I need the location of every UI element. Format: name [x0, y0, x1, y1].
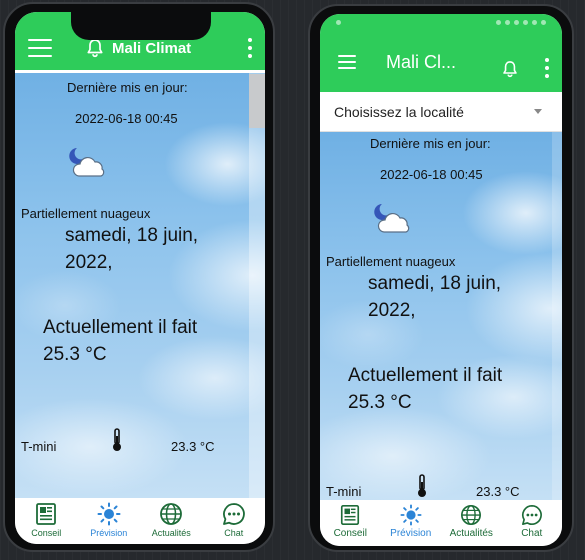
weather-content: Dernière mis en jour: 2022-06-18 00:45 P…	[15, 70, 265, 498]
app-screen-right: Mali Cl... Choisissez la localité Derniè…	[320, 14, 562, 546]
divider	[15, 70, 265, 73]
app-screen-left: Mali Climat Dernière mis en jour: 2022-0…	[15, 12, 265, 544]
nav-actualites[interactable]: Actualités	[142, 502, 200, 538]
current-temp-text: Actuellement il fait 25.3 °C	[348, 362, 548, 416]
phone-frame-right: Mali Cl... Choisissez la localité Derniè…	[308, 4, 574, 552]
partly-cloudy-night-icon	[372, 202, 412, 243]
phone-notch	[71, 12, 211, 40]
nav-conseil[interactable]: Conseil	[17, 502, 75, 538]
tmin-value: 23.3 °C	[171, 439, 215, 454]
current-temp-line-2: 25.3 °C	[43, 344, 107, 365]
nav-conseil-label: Conseil	[31, 528, 62, 538]
globe-icon	[461, 505, 482, 525]
thermometer-icon	[111, 428, 123, 457]
partly-cloudy-night-icon	[67, 146, 107, 187]
scrollbar-thumb[interactable]	[249, 74, 265, 128]
nav-actualites[interactable]: Actualités	[442, 504, 500, 539]
date-line-1: samedi, 18 juin,	[368, 273, 502, 294]
thermometer-icon	[416, 474, 428, 503]
date-line-2: 2022,	[65, 252, 113, 273]
current-temp-line-1: Actuellement il fait	[43, 317, 198, 338]
last-update-value: 2022-06-18 00:45	[380, 167, 483, 182]
nav-prevision[interactable]: Prévision	[80, 502, 138, 538]
nav-prevision-label: Prévision	[390, 528, 432, 539]
current-temp-line-2: 25.3 °C	[348, 392, 412, 413]
tmin-label: T-mini	[21, 439, 57, 454]
current-temp-text: Actuellement il fait 25.3 °C	[43, 314, 243, 368]
bottom-navigation: Conseil Prévision Actualités Chat	[15, 498, 265, 544]
weather-condition: Partiellement nuageux	[326, 254, 456, 269]
last-update-label: Dernière mis en jour:	[370, 136, 491, 151]
phone-frame-left: Mali Climat Dernière mis en jour: 2022-0…	[3, 2, 275, 552]
nav-chat[interactable]: Chat	[503, 504, 561, 539]
bottom-navigation: Conseil Prévision Actualités Chat	[320, 500, 562, 546]
app-title: Mali Climat	[112, 39, 192, 57]
date-line-2: 2022,	[368, 300, 416, 321]
nav-prevision-label: Prévision	[90, 528, 128, 538]
date-text: samedi, 18 juin, 2022,	[65, 222, 255, 276]
last-update-label: Dernière mis en jour:	[67, 80, 188, 95]
location-select[interactable]: Choisissez la localité	[320, 92, 562, 132]
more-options-icon[interactable]	[247, 38, 253, 58]
date-text: samedi, 18 juin, 2022,	[368, 270, 558, 324]
weather-condition: Partiellement nuageux	[21, 206, 151, 221]
scrollbar[interactable]	[249, 70, 265, 498]
bell-icon[interactable]	[86, 38, 104, 58]
tmin-value: 23.3 °C	[476, 484, 520, 499]
nav-chat-label: Chat	[521, 528, 543, 539]
weather-content: Dernière mis en jour: 2022-06-18 00:45 P…	[320, 132, 562, 500]
nav-conseil[interactable]: Conseil	[321, 504, 379, 539]
globe-icon	[160, 503, 183, 525]
app-title: Mali Cl...	[386, 51, 457, 72]
nav-chat-label: Chat	[224, 528, 244, 538]
newspaper-icon	[36, 503, 57, 525]
menu-icon[interactable]	[338, 55, 356, 69]
bell-icon[interactable]	[502, 60, 518, 78]
more-options-icon[interactable]	[544, 58, 550, 78]
chevron-down-icon	[534, 109, 542, 114]
nav-actualites-label: Actualités	[151, 528, 191, 538]
current-temp-line-1: Actuellement il fait	[348, 365, 503, 386]
nav-conseil-label: Conseil	[333, 528, 367, 539]
status-bar	[336, 20, 546, 26]
sun-icon	[400, 504, 422, 526]
nav-prevision[interactable]: Prévision	[382, 504, 440, 539]
tmin-label: T-mini	[326, 484, 362, 499]
last-update-value: 2022-06-18 00:45	[75, 111, 178, 126]
nav-chat[interactable]: Chat	[205, 502, 263, 538]
chat-bubble-icon	[222, 503, 245, 525]
date-line-1: samedi, 18 juin,	[65, 225, 199, 246]
sun-icon	[97, 502, 121, 526]
menu-icon[interactable]	[28, 39, 52, 57]
newspaper-icon	[341, 505, 360, 525]
chat-bubble-icon	[521, 505, 542, 525]
nav-actualites-label: Actualités	[449, 528, 493, 539]
location-select-placeholder: Choisissez la localité	[334, 103, 464, 120]
